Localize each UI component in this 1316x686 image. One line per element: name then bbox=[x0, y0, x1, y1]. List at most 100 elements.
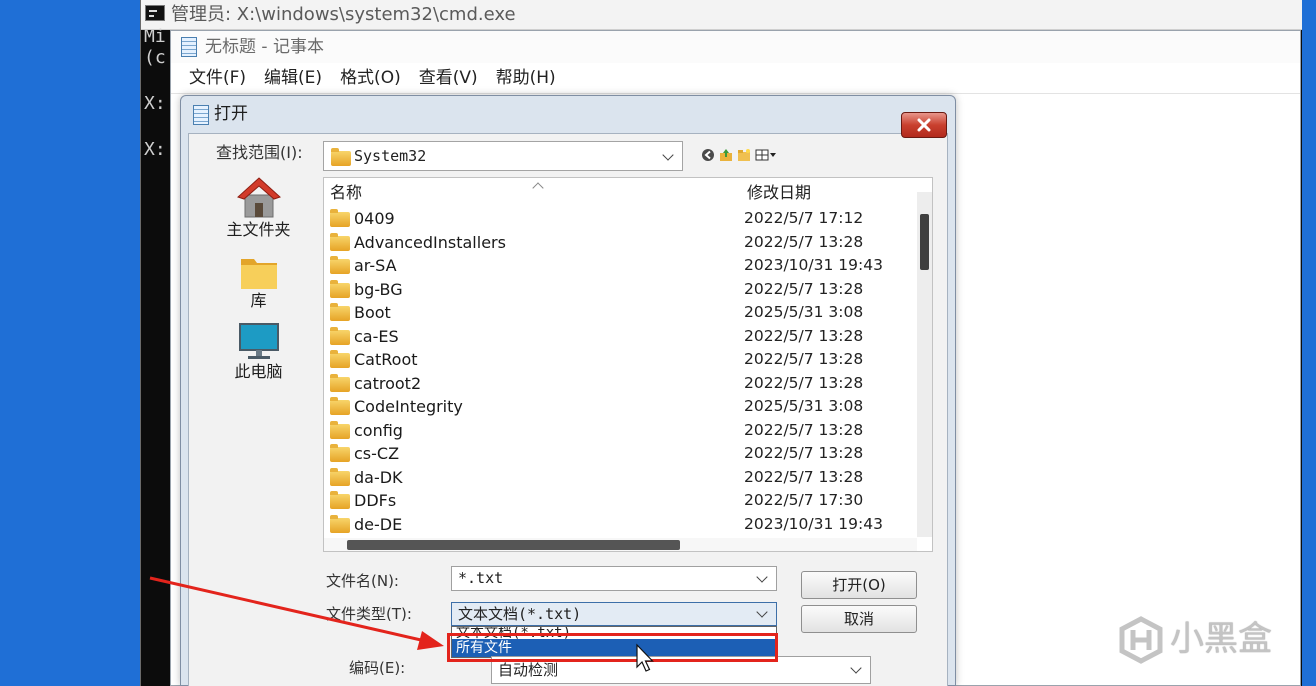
file-date: 2022/5/7 13:28 bbox=[744, 279, 864, 298]
place-home-folder[interactable]: 主文件夹 bbox=[196, 176, 321, 242]
file-row[interactable]: catroot2 2022/5/7 13:28 bbox=[324, 372, 917, 396]
look-in-combobox[interactable]: System32 bbox=[323, 141, 683, 171]
menu-file[interactable]: 文件(F) bbox=[187, 66, 248, 90]
open-file-dialog: 打开 查找范围(I): System32 主文件夹 库 此电脑 名称 修改日期 … bbox=[180, 95, 956, 686]
file-date: 2022/5/7 13:28 bbox=[744, 467, 864, 486]
file-date: 2025/5/31 3:08 bbox=[744, 303, 864, 321]
file-date: 2023/10/31 19:43 bbox=[744, 256, 883, 274]
notepad-icon bbox=[181, 37, 197, 57]
folder-icon bbox=[330, 303, 350, 321]
notepad-title: 无标题 - 记事本 bbox=[205, 37, 324, 57]
chevron-down-icon[interactable] bbox=[850, 662, 862, 674]
file-name: cs-CZ bbox=[354, 444, 400, 463]
library-icon bbox=[241, 259, 277, 289]
new-folder-icon[interactable] bbox=[737, 147, 751, 161]
open-button[interactable]: 打开(O) bbox=[801, 571, 917, 599]
file-row[interactable]: Boot 2025/5/31 3:08 bbox=[324, 301, 917, 325]
file-rows: 0409 2022/5/7 17:12 AdvancedInstallers 202… bbox=[324, 207, 917, 536]
horizontal-scrollbar[interactable] bbox=[324, 538, 917, 551]
folder-icon bbox=[330, 467, 350, 486]
menu-view[interactable]: 查看(V) bbox=[417, 66, 480, 90]
menu-format[interactable]: 格式(O) bbox=[338, 66, 403, 90]
menu-edit[interactable]: 编辑(E) bbox=[262, 66, 324, 90]
up-folder-icon[interactable] bbox=[719, 147, 733, 161]
places-bar: 主文件夹 库 此电脑 bbox=[196, 171, 321, 616]
file-date: 2022/5/7 13:28 bbox=[744, 420, 864, 439]
file-name: da-DK bbox=[354, 467, 403, 487]
vertical-scrollbar[interactable] bbox=[917, 192, 932, 537]
folder-icon bbox=[331, 148, 351, 166]
horizontal-scroll-thumb[interactable] bbox=[347, 540, 680, 550]
cmd-titlebar[interactable]: 管理员: X:\windows\system32\cmd.exe bbox=[141, 0, 1302, 30]
column-header-name[interactable]: 名称 bbox=[330, 180, 362, 206]
place-label: 库 bbox=[250, 291, 267, 310]
file-row[interactable]: ar-SA 2023/10/31 19:43 bbox=[324, 254, 917, 278]
view-menu-icon[interactable] bbox=[755, 147, 777, 161]
file-row[interactable]: 0409 2022/5/7 17:12 bbox=[324, 207, 917, 231]
folder-icon bbox=[330, 397, 350, 415]
cmd-output-line: X: bbox=[144, 139, 166, 160]
place-library[interactable]: 库 bbox=[196, 251, 321, 317]
file-row[interactable]: bg-BG 2022/5/7 13:28 bbox=[324, 278, 917, 302]
dialog-close-button[interactable] bbox=[901, 112, 947, 138]
folder-icon bbox=[330, 326, 350, 345]
file-name-value: *.txt bbox=[458, 569, 504, 587]
file-name: AdvancedInstallers bbox=[354, 232, 506, 252]
folder-icon bbox=[330, 209, 350, 227]
folder-icon bbox=[330, 514, 350, 533]
file-name: CodeIntegrity bbox=[354, 397, 463, 416]
file-row[interactable]: da-DK 2022/5/7 13:28 bbox=[324, 466, 917, 490]
cancel-button[interactable]: 取消 bbox=[801, 605, 917, 633]
file-row[interactable]: CatRoot 2022/5/7 13:28 bbox=[324, 348, 917, 372]
dialog-notepad-icon bbox=[193, 105, 209, 125]
file-row[interactable]: DDFs 2022/5/7 17:30 bbox=[324, 489, 917, 513]
place-this-pc[interactable]: 此电脑 bbox=[196, 321, 321, 387]
file-name: CatRoot bbox=[354, 350, 418, 369]
file-date: 2022/5/7 17:30 bbox=[744, 491, 864, 509]
place-label: 此电脑 bbox=[234, 362, 283, 381]
folder-icon bbox=[330, 491, 350, 509]
chevron-down-icon[interactable] bbox=[756, 571, 768, 583]
cmd-output-line: Mi bbox=[144, 26, 166, 47]
menu-help[interactable]: 帮助(H) bbox=[494, 66, 558, 90]
look-in-label: 查找范围(I): bbox=[216, 143, 303, 162]
file-name: de-DE bbox=[354, 514, 403, 534]
close-icon bbox=[917, 118, 931, 132]
file-row[interactable]: config 2022/5/7 13:28 bbox=[324, 419, 917, 443]
file-row[interactable]: cs-CZ 2022/5/7 13:28 bbox=[324, 442, 917, 466]
file-name: 0409 bbox=[354, 209, 395, 228]
cmd-icon bbox=[145, 5, 165, 21]
file-list[interactable]: 名称 修改日期 0409 2022/5/7 17:12 AdvancedInsta… bbox=[323, 177, 933, 552]
file-name: catroot2 bbox=[354, 373, 422, 393]
folder-icon bbox=[330, 256, 350, 274]
file-name: bg-BG bbox=[354, 279, 403, 299]
cmd-output-line: X: bbox=[144, 93, 166, 114]
file-date: 2025/5/31 3:08 bbox=[744, 397, 864, 415]
annotation-highlight-box bbox=[447, 633, 778, 662]
dialog-title: 打开 bbox=[214, 104, 248, 124]
column-header-date[interactable]: 修改日期 bbox=[747, 180, 811, 206]
encoding-label: 编码(E): bbox=[349, 659, 406, 677]
file-row[interactable]: ca-ES 2022/5/7 13:28 bbox=[324, 325, 917, 349]
chevron-down-icon[interactable] bbox=[756, 606, 768, 618]
home-icon bbox=[237, 177, 281, 218]
back-icon[interactable] bbox=[701, 147, 715, 161]
file-row[interactable]: de-DE 2023/10/31 19:43 bbox=[324, 513, 917, 537]
notepad-titlebar[interactable]: 无标题 - 记事本 bbox=[171, 31, 1300, 63]
place-label: 主文件夹 bbox=[226, 220, 291, 239]
xiaoheihe-logo-icon bbox=[1119, 616, 1163, 664]
file-date: 2022/5/7 13:28 bbox=[744, 232, 864, 251]
folder-icon bbox=[330, 350, 350, 368]
file-date: 2022/5/7 13:28 bbox=[744, 373, 864, 392]
file-row[interactable]: AdvancedInstallers 2022/5/7 13:28 bbox=[324, 231, 917, 255]
chevron-down-icon bbox=[662, 149, 674, 161]
cmd-output-line: (c bbox=[144, 47, 166, 68]
file-type-select[interactable]: 文本文档(*.txt) bbox=[451, 602, 777, 626]
watermark-text: 小黑盒 bbox=[1170, 619, 1272, 659]
file-date: 2023/10/31 19:43 bbox=[744, 514, 883, 533]
vertical-scroll-thumb[interactable] bbox=[920, 214, 929, 270]
notepad-menubar: 文件(F) 编辑(E) 格式(O) 查看(V) 帮助(H) bbox=[171, 63, 1300, 93]
file-row[interactable]: CodeIntegrity 2025/5/31 3:08 bbox=[324, 395, 917, 419]
file-name-combobox[interactable]: *.txt bbox=[451, 566, 777, 591]
folder-icon bbox=[330, 373, 350, 392]
